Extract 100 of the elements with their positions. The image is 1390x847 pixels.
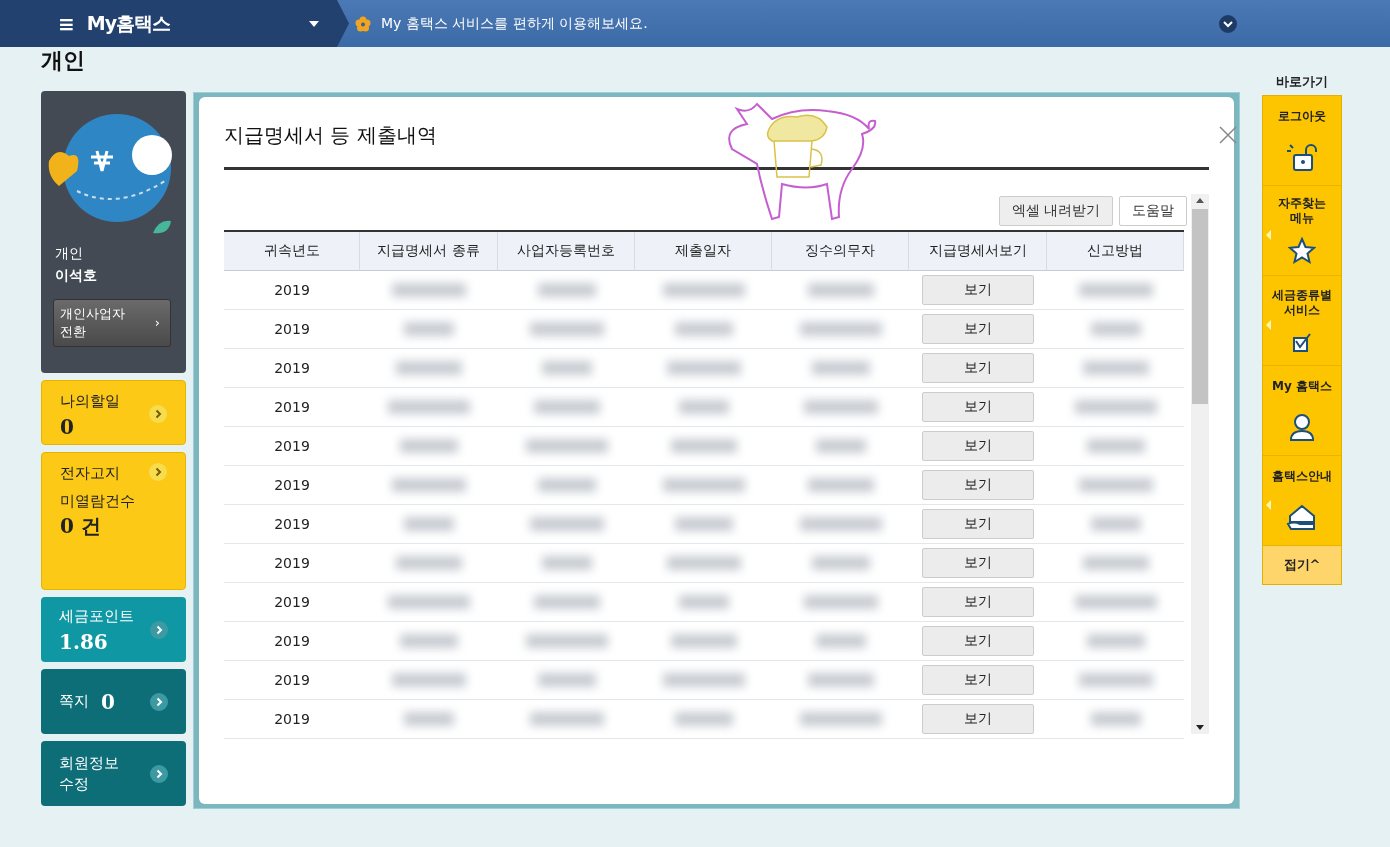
redacted-cell (670, 634, 737, 648)
page-title: 개인 (41, 47, 86, 75)
view-button[interactable]: 보기 (922, 431, 1034, 461)
quick-menu-item[interactable]: 로그아웃 (1263, 96, 1341, 186)
view-button[interactable]: 보기 (922, 665, 1034, 695)
menu-card[interactable]: 전자고지 미열람건수 0 건 (41, 452, 186, 590)
view-button[interactable]: 보기 (922, 470, 1034, 500)
redacted-cell (807, 283, 874, 297)
redacted-cell (400, 634, 458, 648)
redacted-cell (807, 478, 874, 492)
menu-icon[interactable]: ≡ (58, 11, 75, 36)
redacted-cell (396, 556, 462, 570)
redacted-cell (1086, 634, 1145, 648)
table-cell: 2019 (224, 700, 360, 739)
redacted-cell (1082, 361, 1149, 375)
table-cell: 2019 (224, 661, 360, 700)
view-button[interactable]: 보기 (922, 314, 1034, 344)
quick-menu-label: 홈택스안내 (1272, 469, 1332, 484)
table-cell: 2019 (224, 271, 360, 310)
redacted-cell (537, 478, 596, 492)
toolbar-button[interactable]: 도움말 (1119, 196, 1187, 226)
quick-menu-title: 바로가기 (1275, 73, 1329, 91)
redacted-cell (1086, 439, 1145, 453)
quick-menu-item[interactable]: 홈택스안내 (1263, 456, 1341, 546)
card-value: 0 (101, 690, 115, 713)
card-value: 0 (60, 416, 75, 438)
close-icon[interactable] (1219, 126, 1237, 144)
column-header: 제출일자 (635, 232, 772, 271)
person-icon (1288, 412, 1316, 442)
quick-menu-label: 로그아웃 (1278, 109, 1326, 124)
redacted-cell (404, 517, 454, 531)
table-cell: 2019 (224, 388, 360, 427)
table-cell: 2019 (224, 622, 360, 661)
redacted-cell (674, 517, 733, 531)
quick-menu-item[interactable]: 세금종류별 서비스 (1263, 276, 1341, 366)
view-button[interactable]: 보기 (922, 353, 1034, 383)
star-icon (1288, 237, 1316, 266)
redacted-cell (674, 322, 733, 336)
redacted-cell (1090, 517, 1141, 531)
view-button[interactable]: 보기 (922, 587, 1034, 617)
redacted-cell (811, 361, 870, 375)
caret-icon[interactable] (309, 20, 319, 27)
redacted-cell (1082, 556, 1149, 570)
quick-menu-item[interactable]: 자주찾는 메뉴 (1263, 186, 1341, 276)
profile-type: 개인 (55, 245, 84, 263)
pointer-icon (1266, 230, 1271, 240)
dropdown-icon[interactable] (1219, 14, 1237, 33)
lock-icon (1285, 142, 1319, 172)
redacted-cell (533, 595, 600, 609)
redacted-cell (396, 361, 462, 375)
view-button[interactable]: 보기 (922, 626, 1034, 656)
notice-text: My 홈택스 서비스를 편하게 이용해보세요. (381, 14, 648, 33)
redacted-cell (541, 361, 592, 375)
view-button[interactable]: 보기 (922, 392, 1034, 422)
site-title: My홈택스 (86, 10, 171, 36)
column-header: 지급명세서보기 (909, 232, 1047, 271)
collapse-button[interactable]: 접기^ (1263, 546, 1341, 584)
column-header: 징수의무자 (772, 232, 909, 271)
scroll-up-icon[interactable] (1196, 198, 1204, 203)
view-button[interactable]: 보기 (922, 704, 1034, 734)
view-button[interactable]: 보기 (922, 275, 1034, 305)
quick-menu-item[interactable]: My 홈택스 (1263, 366, 1341, 456)
view-button[interactable]: 보기 (922, 548, 1034, 578)
redacted-cell (537, 283, 596, 297)
table-cell: 2019 (224, 466, 360, 505)
table-cell: 2019 (224, 505, 360, 544)
flower-icon (355, 15, 371, 32)
column-header: 사업자등록번호 (498, 232, 635, 271)
redacted-cell (670, 439, 737, 453)
redacted-cell (815, 439, 866, 453)
menu-card[interactable]: 세금포인트 1.86 (41, 597, 186, 662)
redacted-cell (404, 322, 454, 336)
redacted-cell (400, 439, 458, 453)
card-sublabel: 미열람건수 (60, 492, 135, 511)
column-header: 신고방법 (1047, 232, 1184, 271)
table-cell: 2019 (224, 349, 360, 388)
redacted-cell (678, 595, 729, 609)
card-value: 0 건 (60, 515, 102, 537)
toolbar-button[interactable]: 엑셀 내려받기 (998, 196, 1113, 226)
menu-card[interactable]: 회원정보 수정 (41, 741, 186, 806)
table-cell: 2019 (224, 310, 360, 349)
profile-name: 이석호 (55, 267, 98, 285)
card-value: 1.86 (59, 631, 109, 653)
menu-card[interactable]: 나의할일 0 (41, 380, 186, 445)
redacted-cell (811, 556, 870, 570)
menu-card[interactable]: 쪽지 0 (41, 669, 186, 734)
table-cell: 2019 (224, 544, 360, 583)
card-label: 회원정보 수정 (59, 752, 119, 795)
card-label: 전자고지 (60, 463, 121, 484)
redacted-cell (404, 712, 454, 726)
table-cell: 2019 (224, 583, 360, 622)
table-cell: 2019 (224, 427, 360, 466)
scroll-down-icon[interactable] (1196, 725, 1204, 730)
quick-menu-label: 자주찾는 메뉴 (1278, 195, 1326, 226)
quick-menu-label: 세금종류별 서비스 (1272, 287, 1332, 318)
switch-button[interactable]: 개인사업자 전환 › (53, 299, 171, 347)
view-button[interactable]: 보기 (922, 509, 1034, 539)
scrollbar[interactable] (1191, 194, 1209, 734)
card-label: 세금포인트 (59, 606, 134, 627)
modal-title: 지급명세서 등 제출내역 (224, 121, 437, 149)
